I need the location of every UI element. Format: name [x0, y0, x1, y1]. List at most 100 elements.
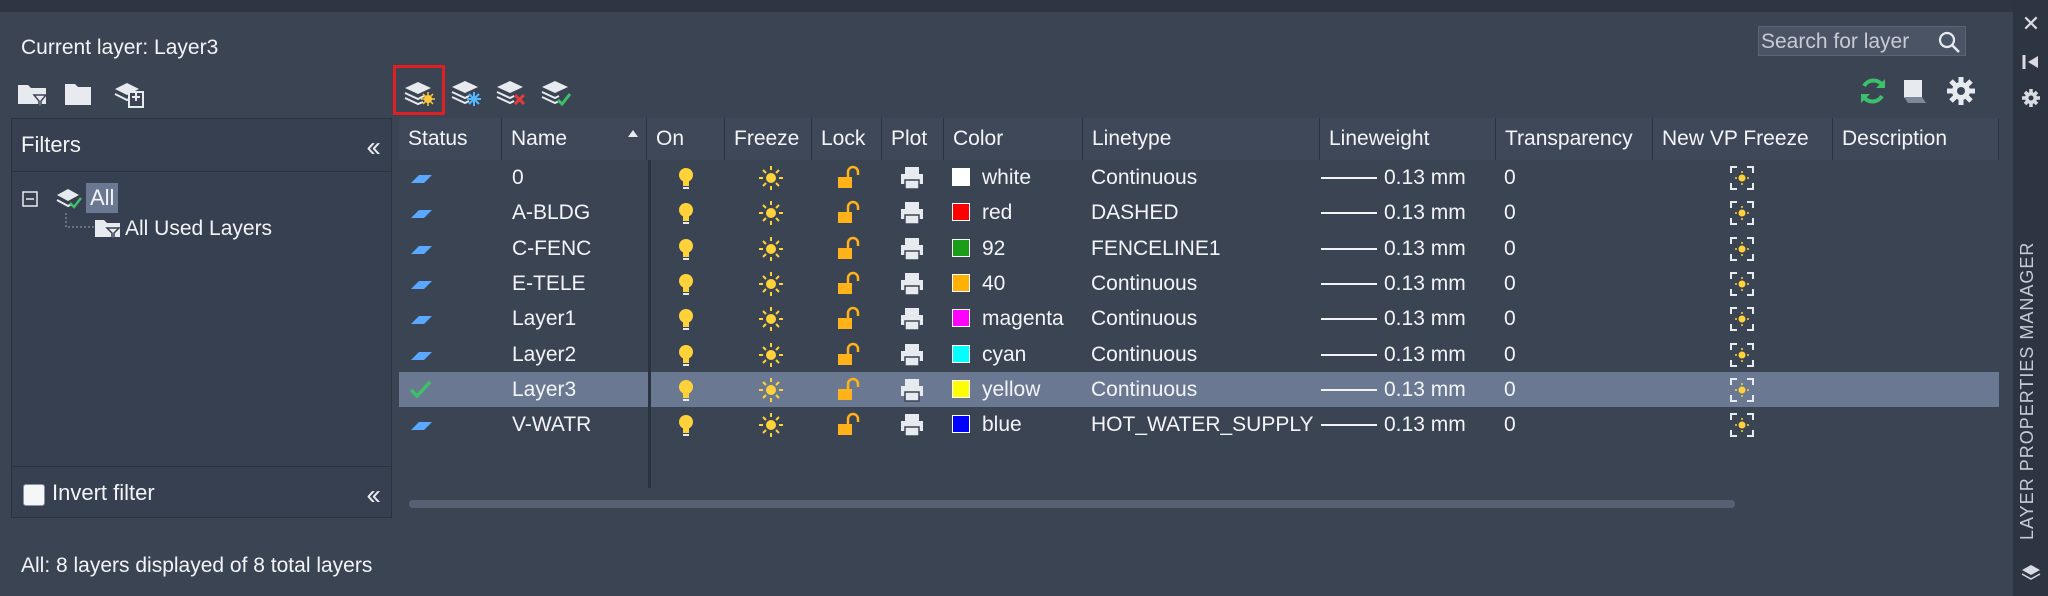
- lineweight-value[interactable]: 0.13 mm: [1384, 195, 1466, 230]
- lineweight-value[interactable]: 0.13 mm: [1384, 160, 1466, 195]
- layer-row[interactable]: E-TELE 40 Continuous 0.13 mm 0: [399, 266, 1999, 301]
- color-swatch[interactable]: [952, 309, 970, 328]
- transparency-value[interactable]: 0: [1504, 231, 1516, 266]
- transparency-value[interactable]: 0: [1504, 372, 1516, 407]
- layer-name[interactable]: E-TELE: [512, 266, 586, 301]
- plot-printer-icon[interactable]: [899, 342, 925, 368]
- layer-name[interactable]: Layer1: [512, 301, 576, 336]
- color-swatch[interactable]: [952, 238, 970, 257]
- current-layer-check-icon[interactable]: [408, 377, 434, 403]
- unlocked-icon[interactable]: [835, 271, 861, 297]
- new-vp-freeze-icon[interactable]: [1729, 271, 1755, 297]
- column-header-lock[interactable]: Lock: [812, 118, 882, 160]
- unlocked-icon[interactable]: [835, 342, 861, 368]
- unlocked-icon[interactable]: [835, 412, 861, 438]
- linetype-name[interactable]: Continuous: [1091, 160, 1197, 195]
- layer-status-icon[interactable]: [408, 271, 434, 297]
- freeze-sun-icon[interactable]: [758, 165, 784, 191]
- on-bulb-icon[interactable]: [673, 200, 699, 226]
- lineweight-value[interactable]: 0.13 mm: [1384, 407, 1466, 442]
- layer-status-icon[interactable]: [408, 165, 434, 191]
- freeze-sun-icon[interactable]: [758, 200, 784, 226]
- column-header-freeze[interactable]: Freeze: [725, 118, 812, 160]
- transparency-value[interactable]: 0: [1504, 407, 1516, 442]
- transparency-value[interactable]: 0: [1504, 301, 1516, 336]
- color-name[interactable]: 92: [982, 231, 1005, 266]
- plot-printer-icon[interactable]: [899, 377, 925, 403]
- color-name[interactable]: yellow: [982, 372, 1040, 407]
- linetype-name[interactable]: DASHED: [1091, 195, 1179, 230]
- column-header-lineweight[interactable]: Lineweight: [1320, 118, 1496, 160]
- properties-gear-icon[interactable]: [2021, 88, 2041, 108]
- tree-item-all[interactable]: All: [86, 183, 119, 213]
- plot-printer-icon[interactable]: [899, 412, 925, 438]
- color-name[interactable]: blue: [982, 407, 1022, 442]
- new-layer-button[interactable]: [393, 65, 445, 115]
- on-bulb-icon[interactable]: [673, 412, 699, 438]
- layer-name[interactable]: Layer2: [512, 337, 576, 372]
- column-header-linetype[interactable]: Linetype: [1083, 118, 1320, 160]
- freeze-sun-icon[interactable]: [758, 377, 784, 403]
- layer-status-icon[interactable]: [408, 306, 434, 332]
- settings-gear-button[interactable]: [1944, 74, 1978, 108]
- on-bulb-icon[interactable]: [673, 342, 699, 368]
- lineweight-value[interactable]: 0.13 mm: [1384, 266, 1466, 301]
- horizontal-scrollbar[interactable]: [409, 500, 1735, 508]
- freeze-sun-icon[interactable]: [758, 412, 784, 438]
- on-bulb-icon[interactable]: [673, 165, 699, 191]
- freeze-sun-icon[interactable]: [758, 271, 784, 297]
- transparency-value[interactable]: 0: [1504, 337, 1516, 372]
- color-name[interactable]: white: [982, 160, 1031, 195]
- color-swatch[interactable]: [952, 168, 970, 186]
- lineweight-value[interactable]: 0.13 mm: [1384, 372, 1466, 407]
- close-icon[interactable]: ✕: [2021, 13, 2041, 35]
- freeze-sun-icon[interactable]: [758, 236, 784, 262]
- linetype-name[interactable]: FENCELINE1: [1091, 231, 1221, 266]
- transparency-value[interactable]: 0: [1504, 266, 1516, 301]
- column-header-description[interactable]: Description: [1833, 118, 1999, 160]
- layer-status-icon[interactable]: [408, 412, 434, 438]
- plot-printer-icon[interactable]: [899, 306, 925, 332]
- column-header-plot[interactable]: Plot: [882, 118, 944, 160]
- plot-printer-icon[interactable]: [899, 165, 925, 191]
- linetype-name[interactable]: Continuous: [1091, 337, 1197, 372]
- column-header-transparency[interactable]: Transparency: [1496, 118, 1653, 160]
- plot-printer-icon[interactable]: [899, 271, 925, 297]
- color-name[interactable]: cyan: [982, 337, 1026, 372]
- tree-item-all-used-layers[interactable]: All Used Layers: [125, 217, 272, 241]
- set-current-button[interactable]: [539, 74, 573, 108]
- lineweight-value[interactable]: 0.13 mm: [1384, 231, 1466, 266]
- layer-row[interactable]: V-WATR blue HOT_WATER_SUPPLY 0.13 mm 0: [399, 407, 1999, 442]
- linetype-name[interactable]: Continuous: [1091, 372, 1197, 407]
- layer-status-icon[interactable]: [408, 236, 434, 262]
- invert-filter-checkbox[interactable]: [23, 484, 45, 506]
- new-vp-freeze-icon[interactable]: [1729, 412, 1755, 438]
- linetype-name[interactable]: HOT_WATER_SUPPLY: [1091, 407, 1314, 442]
- color-swatch[interactable]: [952, 344, 970, 363]
- new-vp-freeze-icon[interactable]: [1729, 165, 1755, 191]
- delete-layer-button[interactable]: [494, 74, 528, 108]
- layer-status-icon[interactable]: [408, 342, 434, 368]
- new-layer-vp-frozen-button[interactable]: [449, 74, 483, 108]
- new-vp-freeze-icon[interactable]: [1729, 342, 1755, 368]
- column-header-new-vp-freeze[interactable]: New VP Freeze: [1653, 118, 1833, 160]
- column-header-name[interactable]: Name: [502, 118, 647, 160]
- transparency-value[interactable]: 0: [1504, 195, 1516, 230]
- layer-name[interactable]: A-BLDG: [512, 195, 590, 230]
- layer-name[interactable]: Layer3: [512, 372, 576, 407]
- new-property-filter-button[interactable]: [15, 76, 49, 110]
- transparency-value[interactable]: 0: [1504, 160, 1516, 195]
- layer-row[interactable]: Layer2 cyan Continuous 0.13 mm 0: [399, 337, 1999, 372]
- column-header-on[interactable]: On: [647, 118, 725, 160]
- unlocked-icon[interactable]: [835, 377, 861, 403]
- new-vp-freeze-icon[interactable]: [1729, 377, 1755, 403]
- layer-row[interactable]: C-FENC 92 FENCELINE1 0.13 mm 0: [399, 231, 1999, 266]
- linetype-name[interactable]: Continuous: [1091, 266, 1197, 301]
- lineweight-value[interactable]: 0.13 mm: [1384, 301, 1466, 336]
- color-name[interactable]: red: [982, 195, 1012, 230]
- new-vp-freeze-icon[interactable]: [1729, 200, 1755, 226]
- unlocked-icon[interactable]: [835, 306, 861, 332]
- unlocked-icon[interactable]: [835, 165, 861, 191]
- search-box[interactable]: Search for layer: [1758, 26, 1966, 56]
- freeze-sun-icon[interactable]: [758, 306, 784, 332]
